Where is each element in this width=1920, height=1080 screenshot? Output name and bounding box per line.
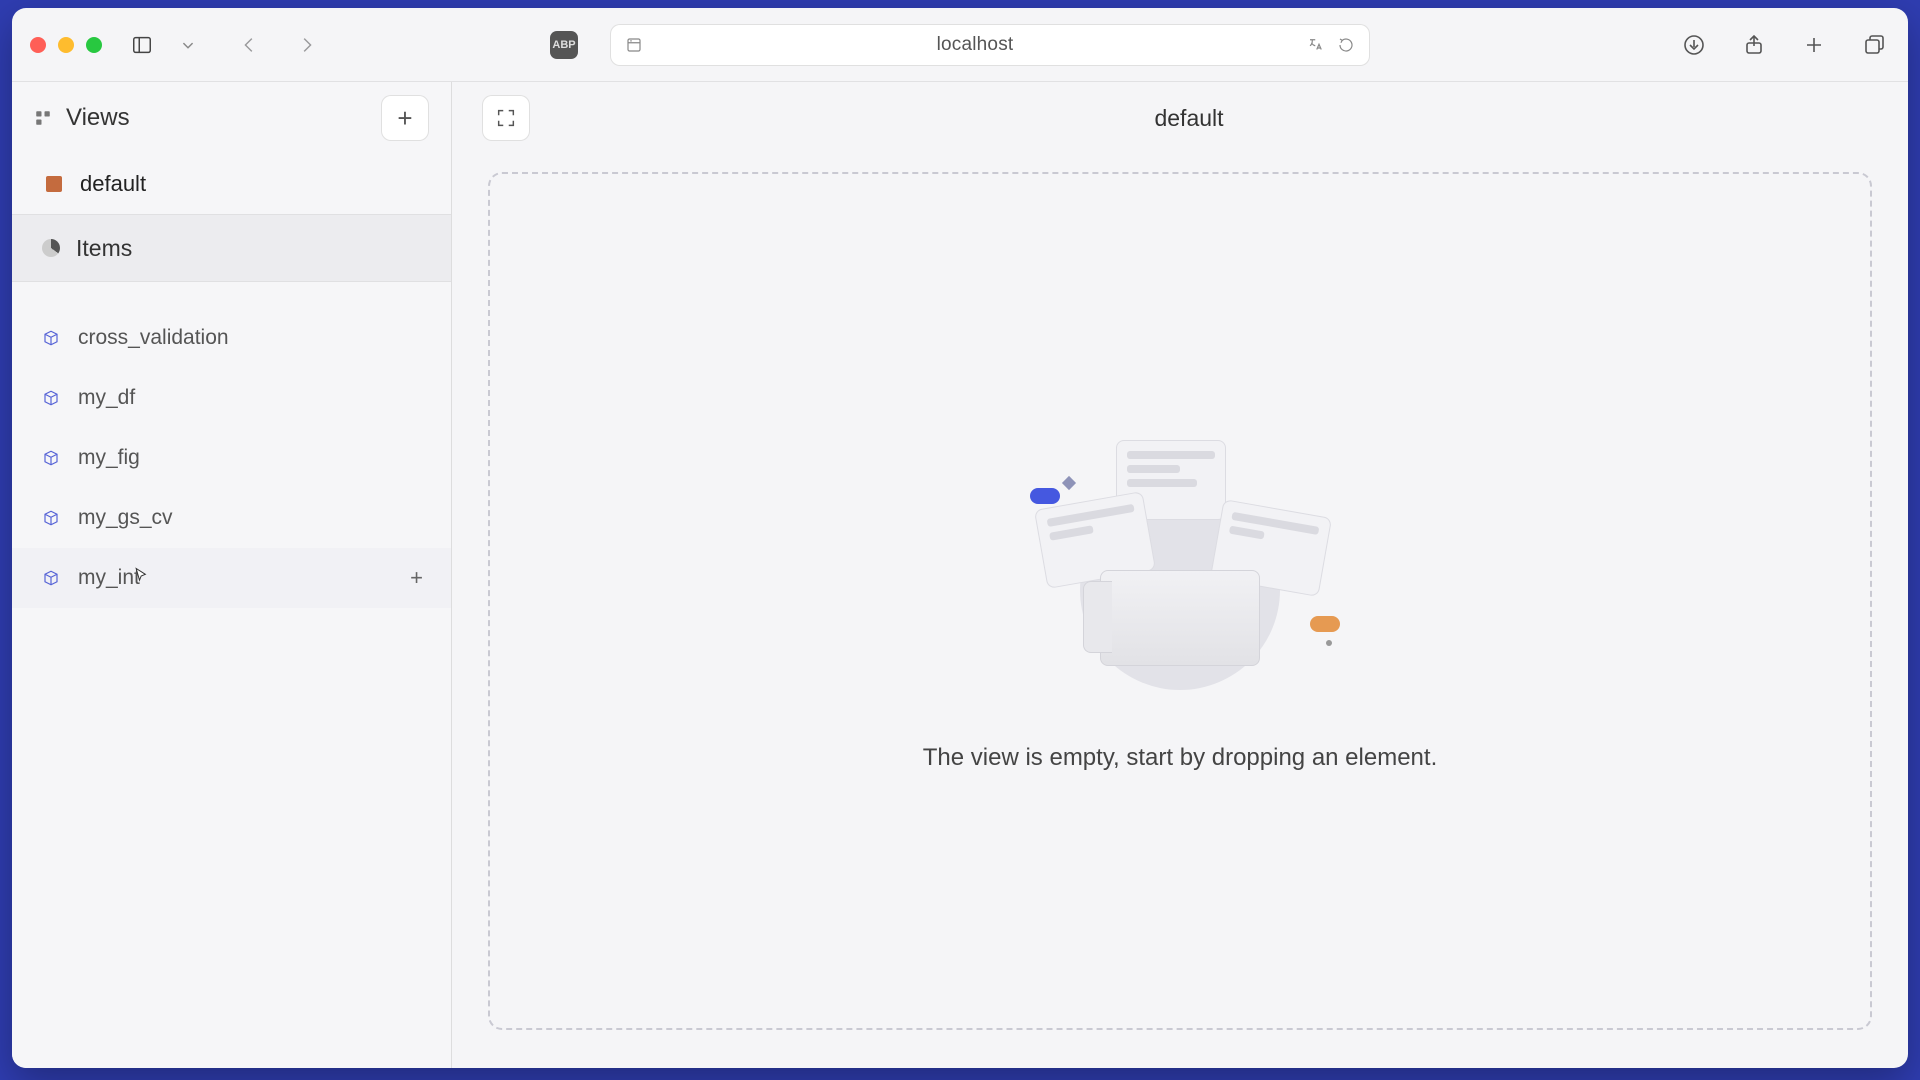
nav-forward-button[interactable] xyxy=(290,30,322,60)
item-row[interactable]: my_gs_cv xyxy=(12,488,451,548)
window-traffic-lights xyxy=(30,37,102,53)
url-text: localhost xyxy=(655,34,1295,56)
browser-toolbar: ABP localhost xyxy=(12,8,1908,82)
add-item-to-view-button[interactable]: + xyxy=(410,565,423,591)
views-icon xyxy=(34,109,52,127)
item-row[interactable]: my_df xyxy=(12,368,451,428)
window-close-button[interactable] xyxy=(30,37,46,53)
view-color-swatch xyxy=(46,176,62,192)
item-label: my_df xyxy=(78,386,135,410)
app-sidebar: Views + default Items cross_validation xyxy=(12,82,452,1068)
views-label: Views xyxy=(66,104,367,132)
tab-overview-button[interactable] xyxy=(1858,30,1890,60)
main-header: default xyxy=(452,82,1908,154)
item-label: my_int xyxy=(78,566,140,590)
reload-icon[interactable] xyxy=(1337,36,1355,54)
main-panel: default The view is empty, xyxy=(452,82,1908,1068)
items-list: cross_validation my_df my_fig xyxy=(12,282,451,608)
empty-illustration xyxy=(1020,430,1340,690)
downloads-button[interactable] xyxy=(1678,30,1710,60)
window-minimize-button[interactable] xyxy=(58,37,74,53)
views-section-header: Views + xyxy=(12,82,451,154)
data-item-icon xyxy=(42,329,60,347)
expand-view-button[interactable] xyxy=(482,95,530,141)
item-row[interactable]: my_fig xyxy=(12,428,451,488)
sidebar-toggle-button[interactable] xyxy=(126,30,158,60)
translate-icon[interactable] xyxy=(1307,36,1325,54)
view-default[interactable]: default xyxy=(12,154,451,214)
nav-back-button[interactable] xyxy=(234,30,266,60)
adblock-extension-icon[interactable]: ABP xyxy=(550,31,578,59)
browser-window: ABP localhost xyxy=(12,8,1908,1068)
window-zoom-button[interactable] xyxy=(86,37,102,53)
data-item-icon xyxy=(42,569,60,587)
data-item-icon xyxy=(42,509,60,527)
item-label: my_gs_cv xyxy=(78,506,173,530)
items-section-header: Items xyxy=(12,214,451,282)
tab-group-dropdown[interactable] xyxy=(172,30,204,60)
view-title: default xyxy=(548,105,1878,132)
url-field[interactable]: localhost xyxy=(610,24,1370,66)
item-row[interactable]: cross_validation xyxy=(12,308,451,368)
item-label: my_fig xyxy=(78,446,140,470)
data-item-icon xyxy=(42,389,60,407)
item-label: cross_validation xyxy=(78,326,229,350)
view-label: default xyxy=(80,171,146,197)
add-view-button[interactable]: + xyxy=(381,95,429,141)
items-icon xyxy=(42,239,60,257)
site-settings-icon[interactable] xyxy=(625,36,643,54)
empty-hint-text: The view is empty, start by dropping an … xyxy=(923,744,1437,772)
data-item-icon xyxy=(42,449,60,467)
new-tab-button[interactable] xyxy=(1798,30,1830,60)
item-row[interactable]: my_int + xyxy=(12,548,451,608)
items-label: Items xyxy=(76,235,132,262)
share-button[interactable] xyxy=(1738,30,1770,60)
empty-dropzone[interactable]: The view is empty, start by dropping an … xyxy=(488,172,1872,1030)
